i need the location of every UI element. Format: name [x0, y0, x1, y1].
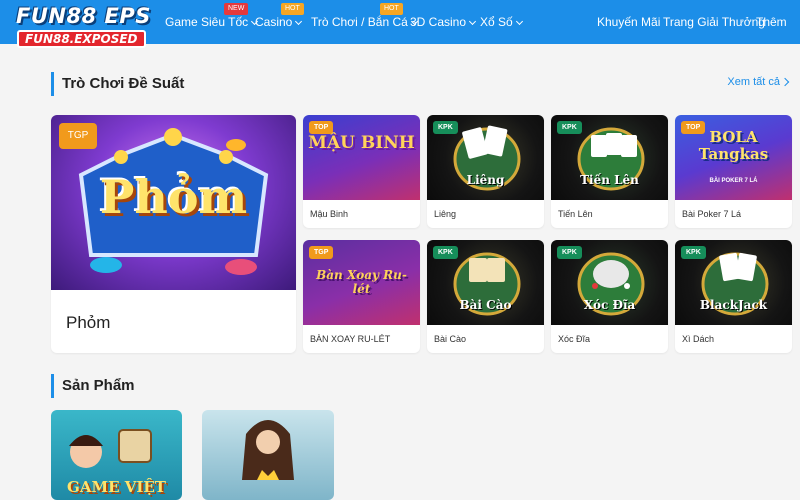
tgp-badge: TGP: [309, 246, 334, 259]
game-art-title: Xóc Đĩa: [583, 298, 636, 312]
nav-trang-giai-thuong[interactable]: Trang Giải Thưởng: [663, 0, 765, 44]
chevron-down-icon: [295, 17, 303, 26]
game-card-lieng[interactable]: Liêng KPK Liêng: [427, 115, 544, 228]
logo-sub-text: FUN88.EXPOSED: [17, 30, 146, 48]
game-card-label: Bài Poker 7 Lá: [682, 209, 742, 219]
game-card-xoc-dia[interactable]: Xóc Đĩa KPK Xóc Đĩa: [551, 240, 668, 353]
kpk-badge: KPK: [557, 121, 582, 134]
see-all-label: Xem tất cả: [727, 76, 780, 88]
nav-item-xo-so[interactable]: Xổ Số: [480, 0, 523, 44]
game-art-title: BOLA Tangkas: [698, 128, 769, 163]
nav-item-label: Casino: [255, 15, 293, 29]
top-nav: FUN88 EPS FUN88.EXPOSED Game Siêu Tốc NE…: [0, 0, 800, 48]
new-badge: NEW: [224, 3, 249, 15]
game-art-subtitle: BÀI POKER 7 LÁ: [709, 178, 758, 184]
chevron-down-icon: [468, 17, 477, 26]
game-card-label: Mậu Binh: [310, 209, 349, 219]
nav-khuyen-mai[interactable]: Khuyến Mãi: [597, 0, 660, 44]
game-card-phom[interactable]: Phỏm TGP Phỏm: [51, 115, 296, 353]
game-card-xi-dach[interactable]: BlackJack KPK Xì Dách: [675, 240, 792, 353]
nav-item-label: Game Siêu Tốc: [165, 15, 249, 29]
game-card-label: Liêng: [434, 209, 457, 219]
product-art-title: GAME VIỆT: [67, 478, 166, 496]
hot-badge: HOT: [380, 3, 403, 15]
nav-item-label: 3D Casino: [410, 15, 467, 29]
nav-item-3d-casino[interactable]: 3D Casino: [410, 0, 477, 44]
game-card-tien-len[interactable]: Tiến Lên KPK Tiến Lên: [551, 115, 668, 228]
game-card-ban-xoay-ru-let[interactable]: Bàn Xoay Ru-lét TGP BÀN XOAY RU-LÉT: [303, 240, 420, 353]
game-card-poker-7-la[interactable]: BOLA Tangkas BÀI POKER 7 LÁ TOP Bài Poke…: [675, 115, 792, 228]
nav-item-label: Thêm: [756, 15, 787, 29]
phom-art-title: Phỏm: [99, 170, 248, 224]
game-card-bai-cao[interactable]: Bài Cào KPK Bài Cào: [427, 240, 544, 353]
see-all-link[interactable]: Xem tất cả: [727, 76, 790, 88]
game-art-title: Bài Cào: [459, 298, 512, 312]
tgp-badge: TGP: [59, 123, 97, 149]
kpk-badge: KPK: [433, 121, 458, 134]
game-card-label: Bài Cào: [434, 334, 467, 344]
top-badge: TOP: [309, 121, 334, 134]
game-art-title: BlackJack: [699, 298, 768, 312]
chevron-right-icon: [780, 77, 790, 87]
game-card-mau-binh[interactable]: MẬU BINH TOP Mậu Binh: [303, 115, 420, 228]
game-card-label: Phỏm: [66, 313, 111, 332]
kpk-badge: KPK: [681, 246, 706, 259]
game-card-label: Xóc Đĩa: [558, 334, 591, 344]
product-card-game-viet[interactable]: GAME VIỆT: [51, 410, 182, 500]
featured-section-title: Trò Chơi Đề Suất: [51, 72, 184, 96]
kpk-badge: KPK: [433, 246, 458, 259]
chevron-down-icon: [515, 17, 523, 26]
game-card-label: Xì Dách: [682, 334, 715, 344]
game-card-label: Tiến Lên: [558, 209, 593, 219]
hot-badge: HOT: [281, 3, 304, 15]
logo-main-text: FUN88 EPS: [16, 4, 151, 28]
game-card-label: BÀN XOAY RU-LÉT: [310, 334, 391, 344]
game-art-title: Liêng: [466, 173, 505, 187]
product-art-icon: [242, 420, 294, 480]
top-badge: TOP: [681, 121, 706, 134]
kpk-badge: KPK: [557, 246, 582, 259]
product-card-2[interactable]: [202, 410, 334, 500]
brand-logo[interactable]: FUN88 EPS FUN88.EXPOSED: [14, 4, 164, 48]
nav-them[interactable]: Thêm: [756, 0, 787, 44]
game-art-title: MẬU BINH: [308, 133, 415, 153]
products-section-title: Sản Phẩm: [51, 374, 135, 398]
game-art-title: Tiến Lên: [580, 173, 639, 187]
nav-item-label: Trò Chơi / Bắn Cá: [311, 15, 408, 29]
nav-item-label: Xổ Số: [480, 15, 513, 29]
game-art-title: Bàn Xoay Ru-lét: [316, 268, 407, 296]
